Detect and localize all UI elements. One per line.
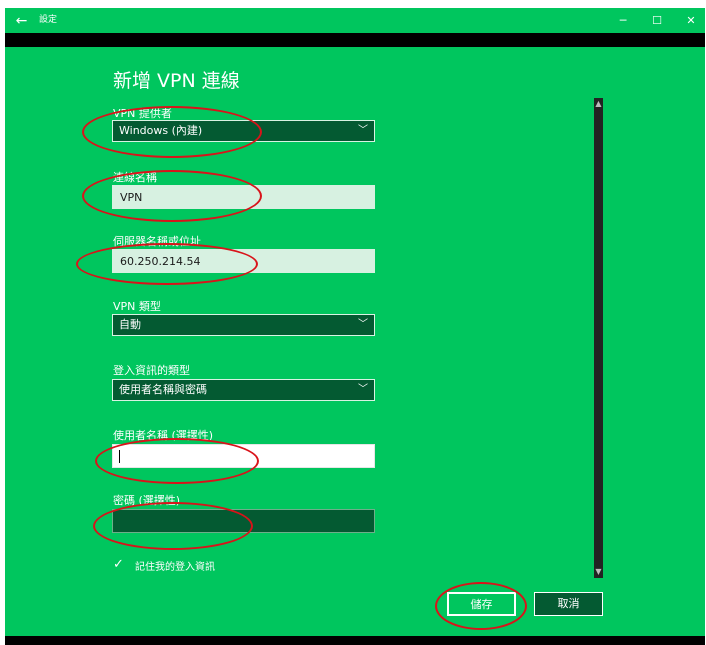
scroll-up-icon[interactable]: ▲ [594, 99, 603, 109]
vpn-type-value: 自動 [119, 318, 141, 331]
server-address-value: 60.250.214.54 [120, 255, 201, 268]
text-caret [119, 450, 120, 463]
bottom-strip [5, 636, 705, 645]
provider-value: Windows (內建) [119, 124, 203, 137]
signin-type-dropdown[interactable]: 使用者名稱與密碼 ﹀ [112, 379, 375, 401]
signin-type-label: 登入資訊的類型 [113, 364, 190, 377]
window-title: 設定 [39, 15, 58, 25]
vpn-type-dropdown[interactable]: 自動 ﹀ [112, 314, 375, 336]
provider-dropdown[interactable]: Windows (內建) ﹀ [112, 120, 375, 142]
password-label: 密碼 (選擇性) [113, 494, 181, 507]
settings-window: ← 設定 ─ ☐ ✕ 新增 VPN 連線 VPN 提供者 Windows (內建… [5, 8, 705, 645]
page-title: 新增 VPN 連線 [113, 70, 240, 92]
remember-checkbox[interactable]: ✓ [113, 558, 126, 571]
scroll-down-icon[interactable]: ▼ [594, 567, 603, 577]
server-label: 伺服器名稱或位址 [113, 235, 201, 248]
scrollbar[interactable]: ▲ ▼ [594, 98, 603, 578]
username-label: 使用者名稱 (選擇性) [113, 429, 214, 442]
chevron-down-icon: ﹀ [358, 384, 368, 395]
cancel-button[interactable]: 取消 [534, 592, 603, 616]
save-button[interactable]: 儲存 [447, 592, 516, 616]
chevron-down-icon: ﹀ [358, 319, 368, 330]
vpn-type-label: VPN 類型 [113, 300, 161, 313]
header-strip [5, 33, 705, 47]
server-address-field[interactable]: 60.250.214.54 [112, 249, 375, 273]
connection-name-label: 連線名稱 [113, 171, 157, 184]
chevron-down-icon: ﹀ [358, 125, 368, 136]
back-arrow-icon[interactable]: ← [5, 8, 38, 33]
connection-name-field[interactable]: VPN [112, 185, 375, 209]
title-bar: ← 設定 ─ ☐ ✕ [5, 8, 705, 33]
close-icon[interactable]: ✕ [671, 8, 705, 33]
password-field[interactable] [112, 509, 375, 533]
connection-name-value: VPN [120, 191, 143, 204]
provider-label: VPN 提供者 [113, 107, 172, 120]
username-field[interactable] [112, 444, 375, 468]
signin-type-value: 使用者名稱與密碼 [119, 383, 207, 396]
remember-label: 記住我的登入資訊 [135, 562, 215, 573]
